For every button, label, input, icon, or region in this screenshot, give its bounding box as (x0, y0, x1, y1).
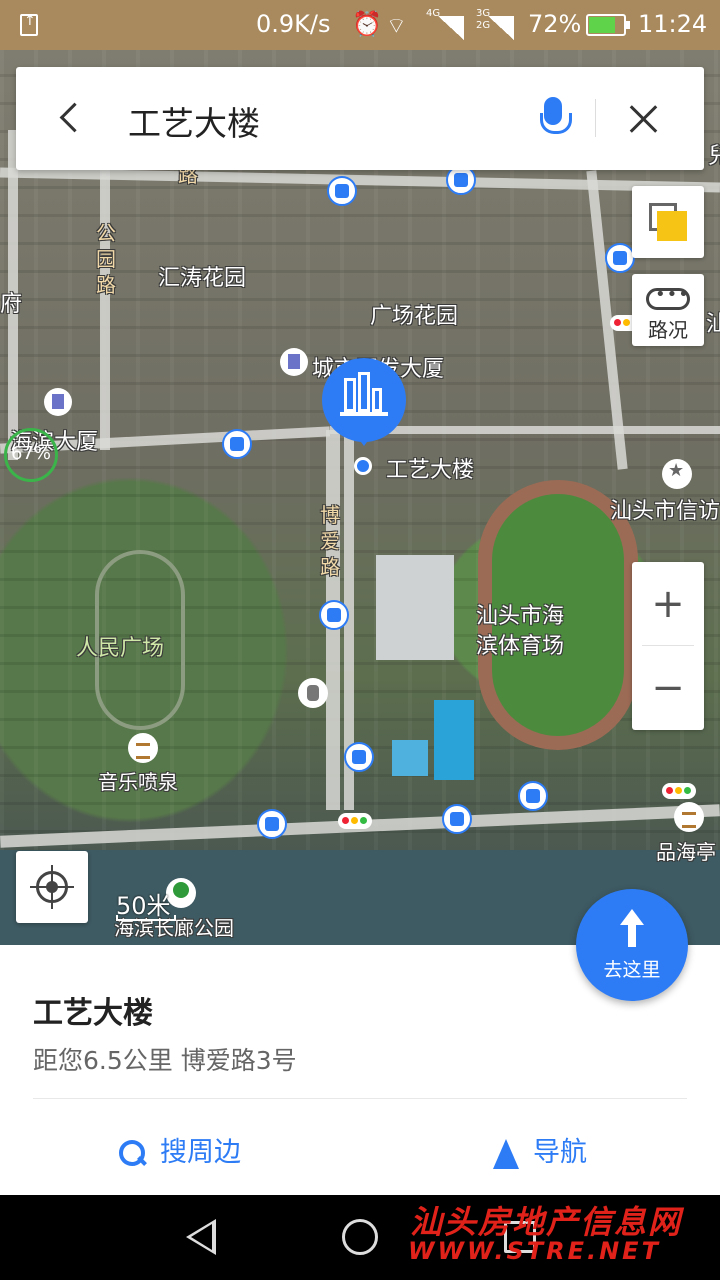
signal-3g-icon: 3G 2G (476, 8, 516, 42)
navigation-arrow-icon (493, 1138, 519, 1169)
go-here-button[interactable]: 去这里 (576, 889, 688, 1001)
watermark-url: WWW.STRE.NET (408, 1237, 661, 1265)
map-label-right-edge: 汕 (706, 312, 720, 337)
gym-roof (376, 555, 454, 660)
location-dot (354, 457, 372, 475)
building-poi-icon[interactable] (44, 388, 72, 416)
map-label-park-road: 公 园 路 (96, 221, 116, 297)
status-bar: 0.9K/s ⏰ ⌔ 4G 3G 2G 72% 11:24 (0, 0, 720, 50)
building-poi-icon[interactable] (280, 348, 308, 376)
scale-bar (116, 915, 176, 921)
bus-stop-icon[interactable] (257, 809, 287, 839)
place-distance-address: 距您6.5公里 博爱路3号 (33, 1046, 297, 1075)
navigate-button[interactable]: 导航 (493, 1130, 587, 1169)
bus-stop-icon[interactable] (327, 176, 357, 206)
alarm-icon: ⏰ (352, 10, 382, 38)
satellite-map[interactable]: 公 园 路 路 府 兒 汕 汇涛花园 广场花园 城市开发大厦 海滨大厦 工艺大楼… (0, 50, 720, 945)
network-speed: 0.9K/s (256, 10, 331, 38)
bus-stop-icon[interactable] (605, 243, 635, 273)
road (100, 170, 110, 450)
place-name: 工艺大楼 (33, 996, 153, 1031)
government-poi-icon[interactable] (662, 459, 692, 489)
map-label-petition-office: 汕头市信访 (610, 499, 720, 524)
system-back-icon[interactable] (186, 1219, 216, 1255)
my-location-button[interactable] (16, 851, 88, 923)
zoom-control: + − (632, 562, 704, 730)
traffic-light-icon (338, 813, 372, 829)
zoom-in-button[interactable]: + (632, 562, 704, 646)
map-label-left-edge: 府 (0, 292, 23, 317)
bus-stop-icon[interactable] (222, 429, 252, 459)
map-label-selected-poi: 工艺大楼 (386, 458, 475, 483)
toilet-poi-icon[interactable] (298, 678, 328, 708)
fountain-poi-icon[interactable] (128, 733, 158, 763)
bus-stop-icon[interactable] (518, 781, 548, 811)
map-label-pinhaiting: 品海亭 (656, 840, 716, 864)
system-navigation-bar: 汕头房地产信息网 WWW.STRE.NET (0, 1195, 720, 1280)
map-label-stadium: 汕头市海 滨体育场 (476, 604, 565, 659)
battery-percent: 72% (528, 10, 582, 38)
zoom-out-button[interactable]: − (632, 646, 704, 730)
battery-charging-icon (586, 14, 630, 36)
signal-4g-icon: 4G (426, 8, 466, 42)
search-bar: 工艺大楼 (16, 67, 704, 170)
map-label-right-top: 兒 (708, 144, 720, 169)
back-arrow-icon[interactable] (56, 101, 80, 137)
bus-stop-icon[interactable] (344, 742, 374, 772)
upload-notification-icon (20, 13, 38, 36)
close-icon[interactable] (626, 101, 662, 137)
traffic-icon (646, 284, 690, 310)
system-home-icon[interactable] (342, 1219, 378, 1255)
pavilion-poi-icon[interactable] (674, 802, 704, 832)
layers-button[interactable] (632, 186, 704, 258)
search-icon (118, 1139, 148, 1169)
traffic-button[interactable]: 路况 (632, 274, 704, 346)
wifi-icon: ⌔ (386, 14, 407, 39)
percent-badge: 67% (4, 428, 58, 482)
swimming-pool (434, 700, 474, 780)
bus-stop-icon[interactable] (319, 600, 349, 630)
go-here-label: 去这里 (603, 959, 661, 981)
microphone-icon[interactable] (536, 97, 572, 141)
map-label-peoples-square: 人民广场 (76, 636, 165, 661)
search-query[interactable]: 工艺大楼 (128, 97, 260, 145)
traffic-light-icon (662, 783, 696, 799)
map-label-huitao-garden: 汇涛花园 (158, 266, 247, 291)
selected-location-pin-icon[interactable] (322, 358, 406, 446)
map-label-music-fountain: 音乐喷泉 (98, 770, 178, 794)
bus-stop-icon[interactable] (442, 804, 472, 834)
map-label-square-garden: 广场花园 (370, 304, 459, 329)
traffic-label: 路况 (648, 318, 688, 342)
map-label-boai-road: 博 爱 路 (320, 503, 340, 579)
swimming-pool-small (392, 740, 428, 776)
clock: 11:24 (638, 10, 708, 38)
search-nearby-button[interactable]: 搜周边 (118, 1130, 241, 1169)
